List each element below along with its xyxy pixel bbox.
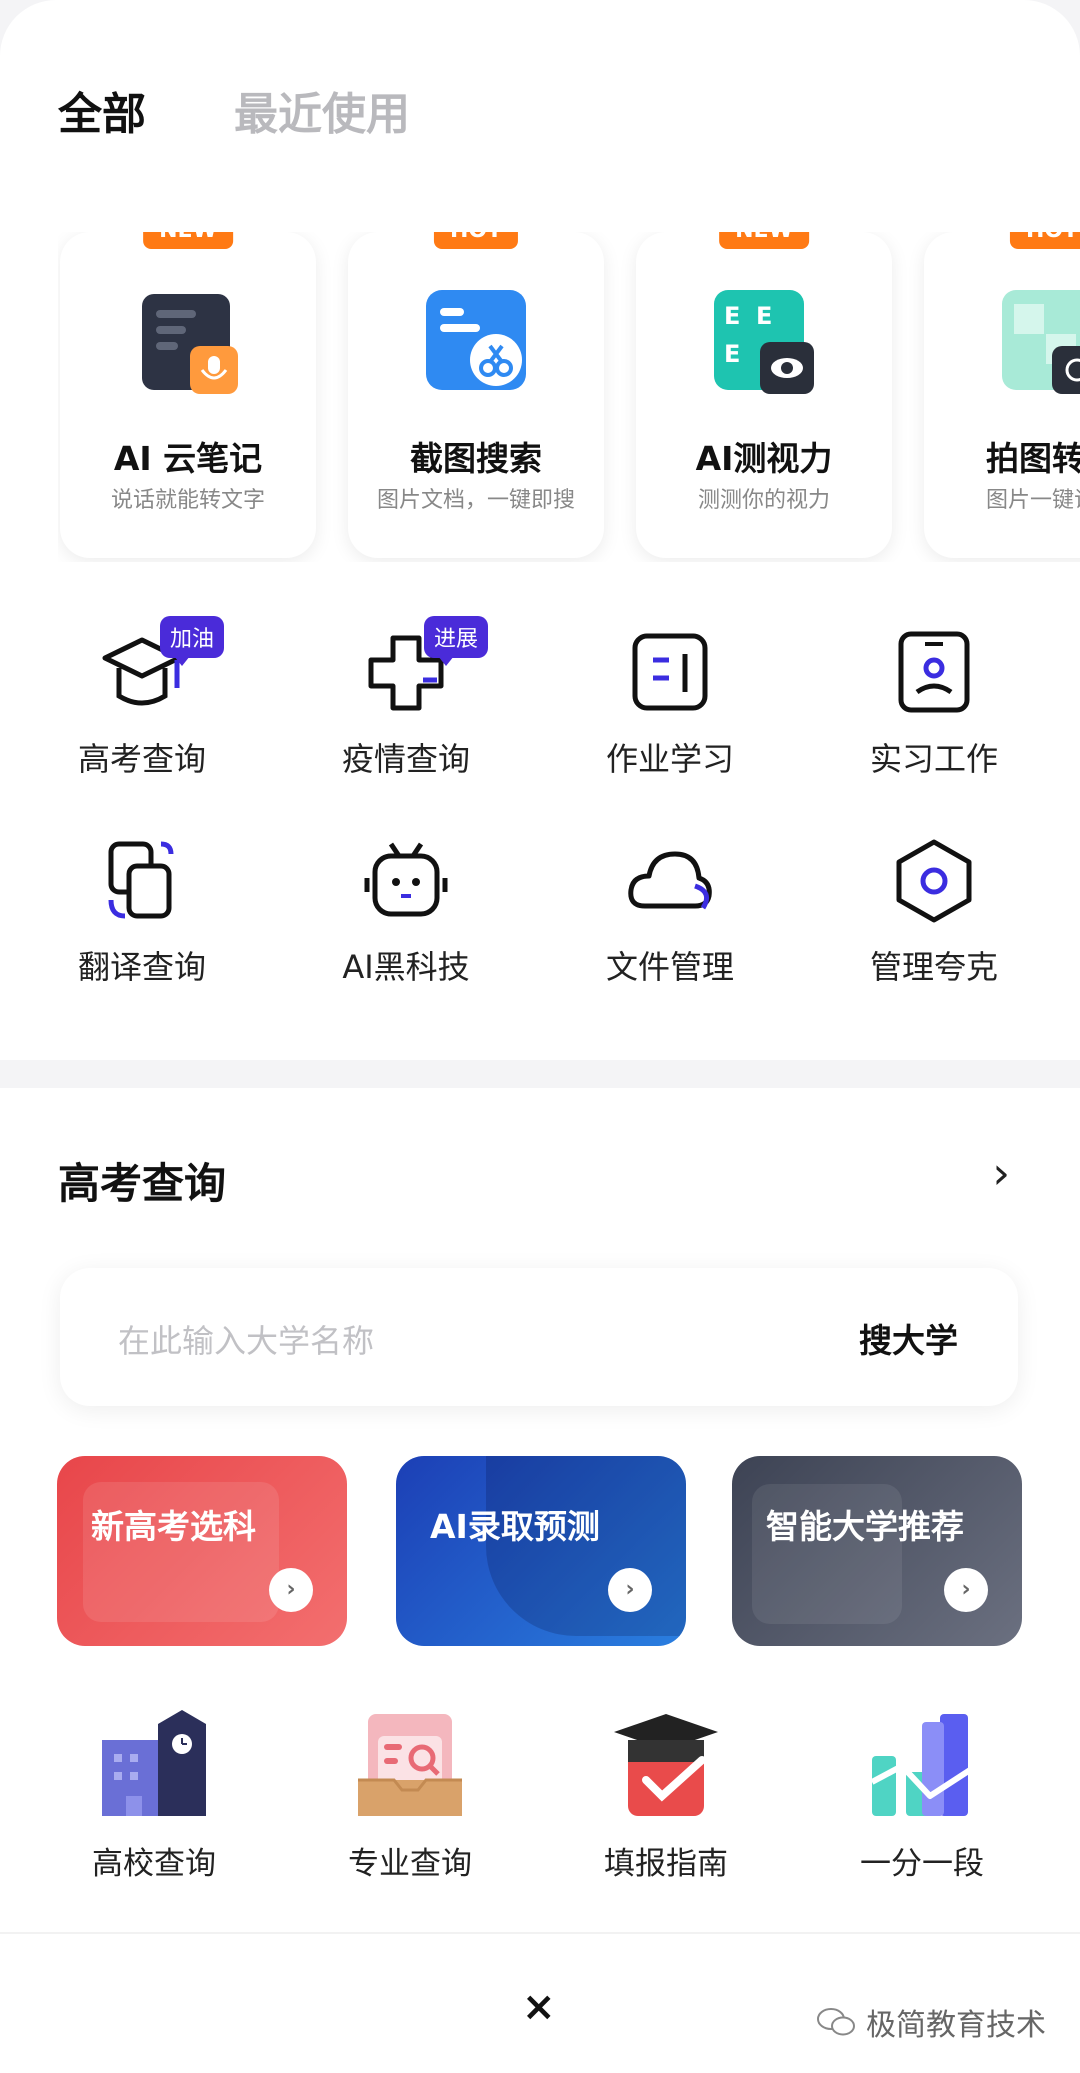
card-title: 截图搜索	[410, 439, 542, 478]
grid-item-epidemic[interactable]: 进展 疫情查询	[274, 616, 538, 780]
card-subtitle: 图片一键识别	[985, 488, 1080, 513]
svg-text:E: E	[724, 340, 740, 368]
feature-card-photo-text[interactable]: HOT 拍图转文 图片一键识别	[924, 232, 1080, 558]
translate-icon	[108, 841, 174, 919]
watermark: 极简教育技术	[816, 2000, 1046, 2044]
feature-card-screenshot-search[interactable]: HOT 截图搜索 图片文档，一键即搜	[348, 232, 604, 558]
grid-item-internship[interactable]: 实习工作	[802, 630, 1066, 780]
card-title: AI 云笔记	[113, 439, 263, 478]
bottom-sheet: 全部 最近使用 NEW AI 云笔记 说话就能转文字 HOT	[0, 0, 1080, 2073]
tag-pill: 加油	[160, 616, 225, 666]
feature-card-row: NEW AI 云笔记 说话就能转文字 HOT	[58, 232, 1080, 562]
tool-label: 高校查询	[92, 1846, 216, 1882]
hexagon-icon	[896, 839, 972, 923]
wechat-icon	[817, 2008, 855, 2036]
card-title: AI测视力	[695, 439, 833, 478]
grid-item-gaokao[interactable]: 加油 高考查询	[10, 616, 274, 780]
tool-score-rank[interactable]: 一分一段	[794, 1710, 1050, 1883]
card-title: 拍图转文	[986, 439, 1080, 478]
grid-label: AI黑科技	[342, 948, 470, 986]
chevron-right-icon[interactable]: ›	[992, 1148, 1010, 1199]
photo-to-text-icon	[1002, 290, 1080, 394]
promo-card-admission-predict[interactable]: AI录取预测 ›	[396, 1456, 686, 1646]
feature-card-eye-test[interactable]: NEW E E E AI测视力 测测你的视力	[636, 232, 892, 558]
chevron-right-icon: ›	[269, 1568, 313, 1612]
tool-label: 填报指南	[604, 1846, 728, 1882]
promo-label: AI录取预测	[430, 1507, 600, 1546]
tool-label: 一分一段	[860, 1846, 984, 1882]
svg-text:E: E	[756, 302, 772, 330]
search-input[interactable]: 在此输入大学名称	[118, 1316, 374, 1362]
university-icon	[102, 1710, 206, 1816]
grid-label: 疫情查询	[341, 740, 470, 778]
search-university-button[interactable]: 搜大学	[859, 1314, 958, 1362]
grid-label: 实习工作	[869, 740, 998, 778]
chevron-right-icon: ›	[608, 1568, 652, 1612]
footer-divider	[0, 1932, 1080, 1934]
score-chart-icon	[870, 1714, 972, 1816]
feature-card-ai-note[interactable]: NEW AI 云笔记 说话就能转文字	[60, 232, 316, 558]
card-subtitle: 说话就能转文字	[110, 488, 265, 513]
major-search-icon	[358, 1714, 462, 1816]
watermark-text: 极简教育技术	[866, 2008, 1046, 2043]
hot-badge: HOT	[433, 232, 519, 249]
tool-university[interactable]: 高校查询	[26, 1710, 282, 1883]
chevron-right-icon: ›	[944, 1568, 988, 1612]
id-badge-icon	[898, 631, 970, 713]
eye-test-icon: E E E	[714, 290, 814, 394]
tool-label: 专业查询	[348, 1846, 472, 1882]
svg-text:E: E	[724, 302, 740, 330]
card-subtitle: 测测你的视力	[697, 488, 830, 513]
voice-note-icon	[142, 294, 238, 394]
tab-bar: 全部 最近使用	[58, 78, 410, 142]
promo-label: 新高考选科	[91, 1507, 256, 1546]
section-divider	[0, 1060, 1080, 1088]
grid-label: 管理夸克	[869, 948, 998, 986]
screenshot-search-icon	[426, 290, 526, 390]
promo-card-university-recommend[interactable]: 智能大学推荐 ›	[732, 1456, 1022, 1646]
tag-pill: 进展	[424, 616, 489, 666]
promo-label: 智能大学推荐	[766, 1507, 964, 1546]
tool-major[interactable]: 专业查询	[282, 1710, 538, 1883]
university-search-box[interactable]: 在此输入大学名称 搜大学	[60, 1268, 1018, 1406]
promo-card-subject-selection[interactable]: 新高考选科 ›	[57, 1456, 347, 1646]
application-guide-icon	[614, 1714, 718, 1816]
new-badge: NEW	[143, 232, 233, 249]
tab-all[interactable]: 全部	[58, 78, 146, 142]
grid-item-manage[interactable]: 管理夸克	[802, 838, 1066, 988]
card-subtitle: 图片文档，一键即搜	[376, 488, 575, 513]
grid-item-translate[interactable]: 翻译查询	[10, 838, 274, 988]
tab-recent[interactable]: 最近使用	[234, 78, 410, 142]
grid-label: 文件管理	[605, 948, 734, 986]
robot-icon	[364, 842, 448, 917]
grid-item-files[interactable]: 文件管理	[538, 838, 802, 988]
tool-guide[interactable]: 填报指南	[538, 1710, 794, 1883]
section-title: 高考查询	[58, 1159, 227, 1208]
new-badge: NEW	[719, 232, 809, 249]
grid-label: 作业学习	[605, 740, 734, 778]
close-icon[interactable]: ×	[522, 1984, 556, 2030]
grid-label: 高考查询	[77, 740, 206, 778]
grid-item-homework[interactable]: 作业学习	[538, 630, 802, 780]
hot-badge: HOT	[1009, 232, 1080, 249]
grid-item-ai-tech[interactable]: AI黑科技	[274, 838, 538, 988]
homework-icon	[632, 633, 708, 711]
cloud-icon	[628, 851, 712, 910]
grid-label: 翻译查询	[77, 948, 206, 986]
